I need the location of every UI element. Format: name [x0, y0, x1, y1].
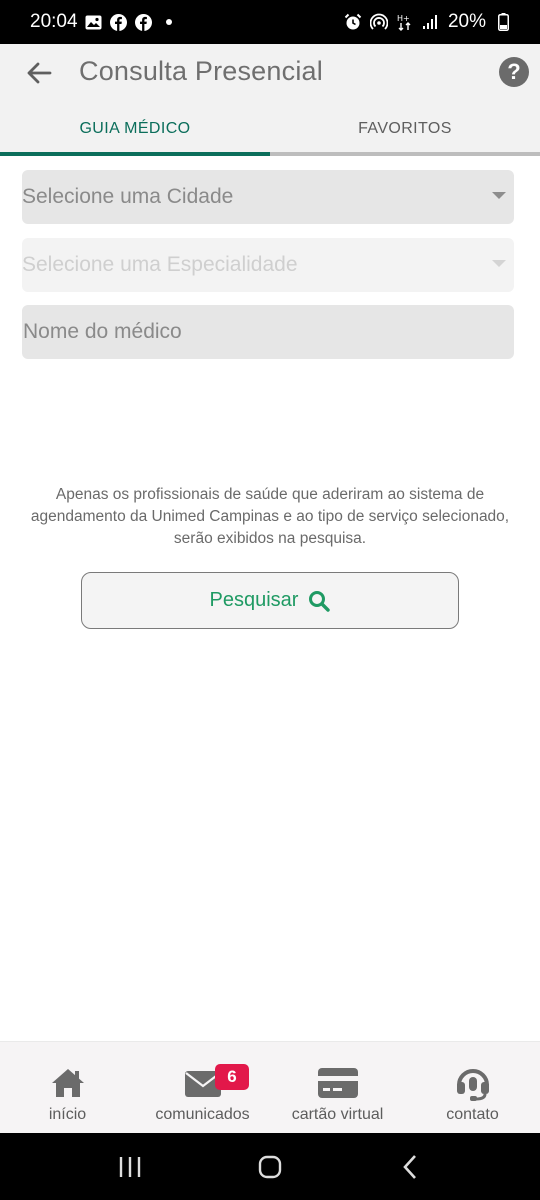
home-system-button[interactable]	[240, 1147, 300, 1187]
nav-item-cartao-virtual[interactable]: cartão virtual	[270, 1042, 405, 1133]
dropdown-arrow-icon	[492, 260, 506, 267]
headset-icon	[454, 1064, 492, 1102]
battery-percent: 20%	[447, 11, 486, 32]
dropdown-arrow-icon	[492, 192, 506, 199]
facebook-icon	[135, 13, 153, 31]
page-title: Consulta Presencial	[79, 56, 323, 86]
nav-item-comunicados[interactable]: 6 comunicados	[135, 1042, 270, 1133]
bottom-nav: início 6 comunicados cartão virtual cont…	[0, 1041, 540, 1133]
specialty-select-placeholder: Selecione uma Especialidade	[22, 253, 298, 276]
facebook-icon	[110, 13, 128, 31]
svg-text:H+: H+	[397, 14, 410, 23]
system-nav-bar	[0, 1133, 540, 1200]
search-button[interactable]: Pesquisar	[81, 572, 459, 629]
tab-label: FAVORITOS	[358, 120, 452, 137]
nav-label: cartão virtual	[291, 1106, 384, 1123]
nav-label: contato	[446, 1106, 499, 1123]
tab-favoritos[interactable]: FAVORITOS	[270, 102, 540, 156]
city-select-placeholder: Selecione uma Cidade	[22, 185, 234, 208]
notification-dot-icon	[165, 19, 172, 25]
tab-label: GUIA MÉDICO	[79, 120, 191, 137]
doctor-name-input[interactable]	[22, 305, 514, 359]
tab-indicator-active	[0, 152, 270, 156]
status-right: H+ 20%	[344, 11, 512, 33]
notification-badge: 6	[215, 1064, 249, 1090]
card-icon	[317, 1064, 359, 1102]
tab-guia-medico[interactable]: GUIA MÉDICO	[0, 102, 270, 156]
battery-icon	[494, 13, 512, 31]
app-bar: Consulta Presencial ?	[0, 44, 540, 102]
nav-label: comunicados	[155, 1106, 250, 1123]
help-button[interactable]: ?	[499, 57, 529, 87]
nav-label: início	[48, 1106, 87, 1123]
status-left: 20:04	[30, 11, 172, 33]
hotspot-icon	[369, 13, 388, 31]
gallery-icon	[85, 13, 103, 31]
doctor-name-field[interactable]	[22, 305, 514, 359]
back-button[interactable]	[22, 56, 56, 90]
search-button-label: Pesquisar	[209, 589, 299, 611]
home-circle-icon	[258, 1155, 282, 1178]
alarm-icon	[344, 13, 362, 31]
signal-icon	[422, 13, 440, 31]
data-arrows-icon: H+	[396, 13, 414, 31]
help-icon: ?	[507, 59, 521, 84]
search-icon	[308, 590, 331, 612]
nav-item-inicio[interactable]: início	[0, 1042, 135, 1133]
info-text: Apenas os profissionais de saúde que ade…	[30, 486, 510, 547]
back-system-button[interactable]	[380, 1147, 440, 1187]
home-icon	[50, 1064, 86, 1102]
chevron-left-icon	[403, 1154, 416, 1179]
nav-item-contato[interactable]: contato	[405, 1042, 540, 1133]
city-select[interactable]: Selecione uma Cidade	[22, 170, 514, 224]
tab-bar: GUIA MÉDICO FAVORITOS	[0, 102, 540, 156]
tab-indicator	[270, 152, 540, 156]
recent-apps-button[interactable]	[100, 1147, 160, 1187]
screen: 20:04 H+ 20% Consulta Presencial ? GUIA …	[0, 0, 540, 1200]
arrow-left-icon	[27, 62, 52, 84]
recent-apps-icon	[119, 1156, 141, 1177]
status-bar: 20:04 H+ 20%	[0, 0, 540, 44]
status-time: 20:04	[30, 11, 78, 32]
specialty-select[interactable]: Selecione uma Especialidade	[22, 238, 514, 292]
